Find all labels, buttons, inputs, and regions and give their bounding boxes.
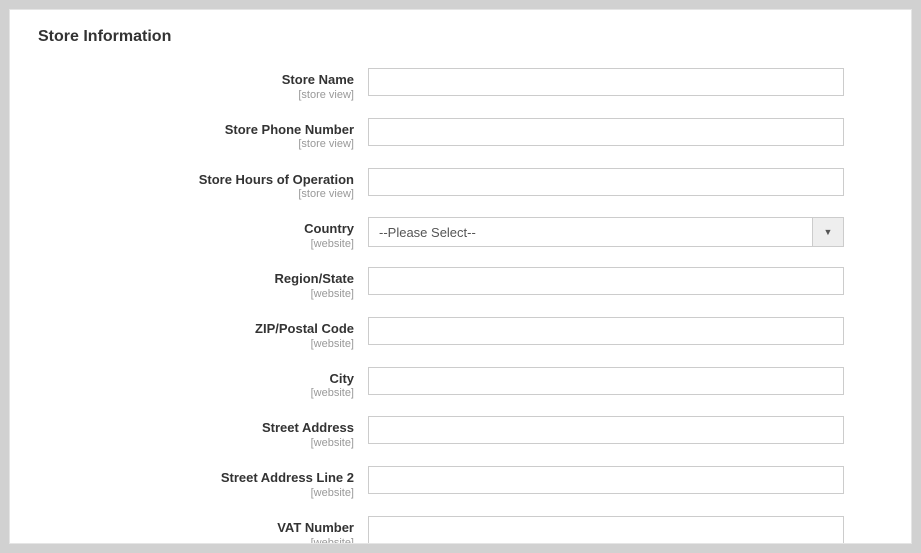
label-col: City [website]: [38, 367, 368, 401]
row-zip: ZIP/Postal Code [website]: [38, 317, 883, 351]
zip-input[interactable]: [368, 317, 844, 345]
input-col: [368, 466, 844, 494]
row-country: Country [website] --Please Select-- ▼: [38, 217, 883, 251]
row-vat: VAT Number [website]: [38, 516, 883, 544]
input-col: --Please Select-- ▼: [368, 217, 844, 247]
region-input[interactable]: [368, 267, 844, 295]
row-store-phone: Store Phone Number [store view]: [38, 118, 883, 152]
country-label: Country: [38, 221, 354, 237]
zip-label: ZIP/Postal Code: [38, 321, 354, 337]
input-col: [368, 416, 844, 444]
store-hours-input[interactable]: [368, 168, 844, 196]
input-col: [368, 68, 844, 96]
street1-scope: [website]: [38, 437, 354, 450]
input-col: [368, 168, 844, 196]
label-col: Store Hours of Operation [store view]: [38, 168, 368, 202]
street1-label: Street Address: [38, 420, 354, 436]
region-scope: [website]: [38, 288, 354, 301]
row-store-hours: Store Hours of Operation [store view]: [38, 168, 883, 202]
store-name-scope: [store view]: [38, 89, 354, 102]
row-store-name: Store Name [store view]: [38, 68, 883, 102]
country-scope: [website]: [38, 238, 354, 251]
store-name-label: Store Name: [38, 72, 354, 88]
row-street2: Street Address Line 2 [website]: [38, 466, 883, 500]
label-col: Store Phone Number [store view]: [38, 118, 368, 152]
label-col: ZIP/Postal Code [website]: [38, 317, 368, 351]
street2-scope: [website]: [38, 487, 354, 500]
vat-input[interactable]: [368, 516, 844, 544]
street2-label: Street Address Line 2: [38, 470, 354, 486]
street1-input[interactable]: [368, 416, 844, 444]
store-hours-label: Store Hours of Operation: [38, 172, 354, 188]
row-city: City [website]: [38, 367, 883, 401]
row-region: Region/State [website]: [38, 267, 883, 301]
country-select-wrap: --Please Select-- ▼: [368, 217, 844, 247]
zip-scope: [website]: [38, 338, 354, 351]
chevron-down-icon[interactable]: ▼: [812, 217, 844, 247]
vat-scope: [website]: [38, 537, 354, 544]
store-information-panel: Store Information Store Name [store view…: [9, 9, 912, 544]
label-col: Region/State [website]: [38, 267, 368, 301]
input-col: [368, 267, 844, 295]
label-col: Store Name [store view]: [38, 68, 368, 102]
store-name-input[interactable]: [368, 68, 844, 96]
store-phone-label: Store Phone Number: [38, 122, 354, 138]
country-select[interactable]: --Please Select--: [368, 217, 812, 247]
city-input[interactable]: [368, 367, 844, 395]
store-phone-input[interactable]: [368, 118, 844, 146]
label-col: Country [website]: [38, 217, 368, 251]
region-label: Region/State: [38, 271, 354, 287]
store-phone-scope: [store view]: [38, 138, 354, 151]
city-scope: [website]: [38, 387, 354, 400]
panel-title: Store Information: [38, 28, 883, 46]
street2-input[interactable]: [368, 466, 844, 494]
label-col: Street Address Line 2 [website]: [38, 466, 368, 500]
label-col: VAT Number [website]: [38, 516, 368, 544]
input-col: [368, 367, 844, 395]
row-street1: Street Address [website]: [38, 416, 883, 450]
store-hours-scope: [store view]: [38, 188, 354, 201]
label-col: Street Address [website]: [38, 416, 368, 450]
city-label: City: [38, 371, 354, 387]
vat-label: VAT Number: [38, 520, 354, 536]
input-col: [368, 317, 844, 345]
input-col: [368, 516, 844, 544]
input-col: [368, 118, 844, 146]
